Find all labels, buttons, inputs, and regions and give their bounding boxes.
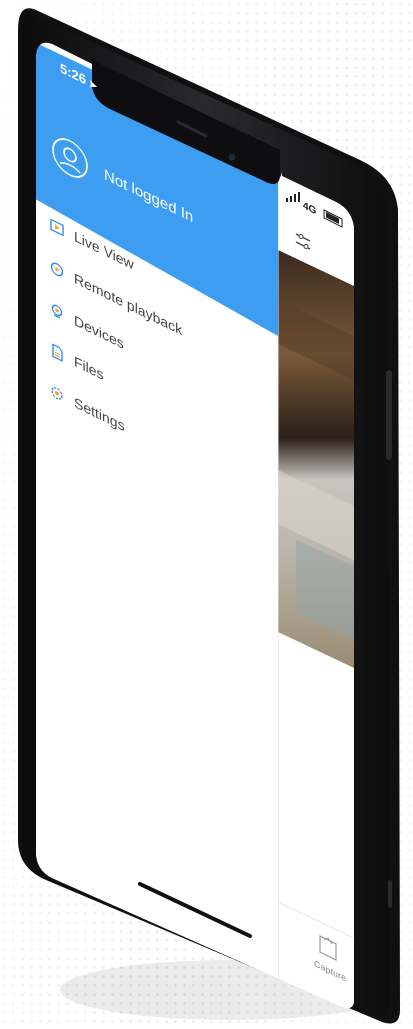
phone-frame xyxy=(18,8,400,1024)
front-camera xyxy=(228,153,236,161)
phone-mockup: 5:26 ➤ 4G Not logged In Live View Remote… xyxy=(0,0,413,1029)
side-button xyxy=(386,370,392,460)
